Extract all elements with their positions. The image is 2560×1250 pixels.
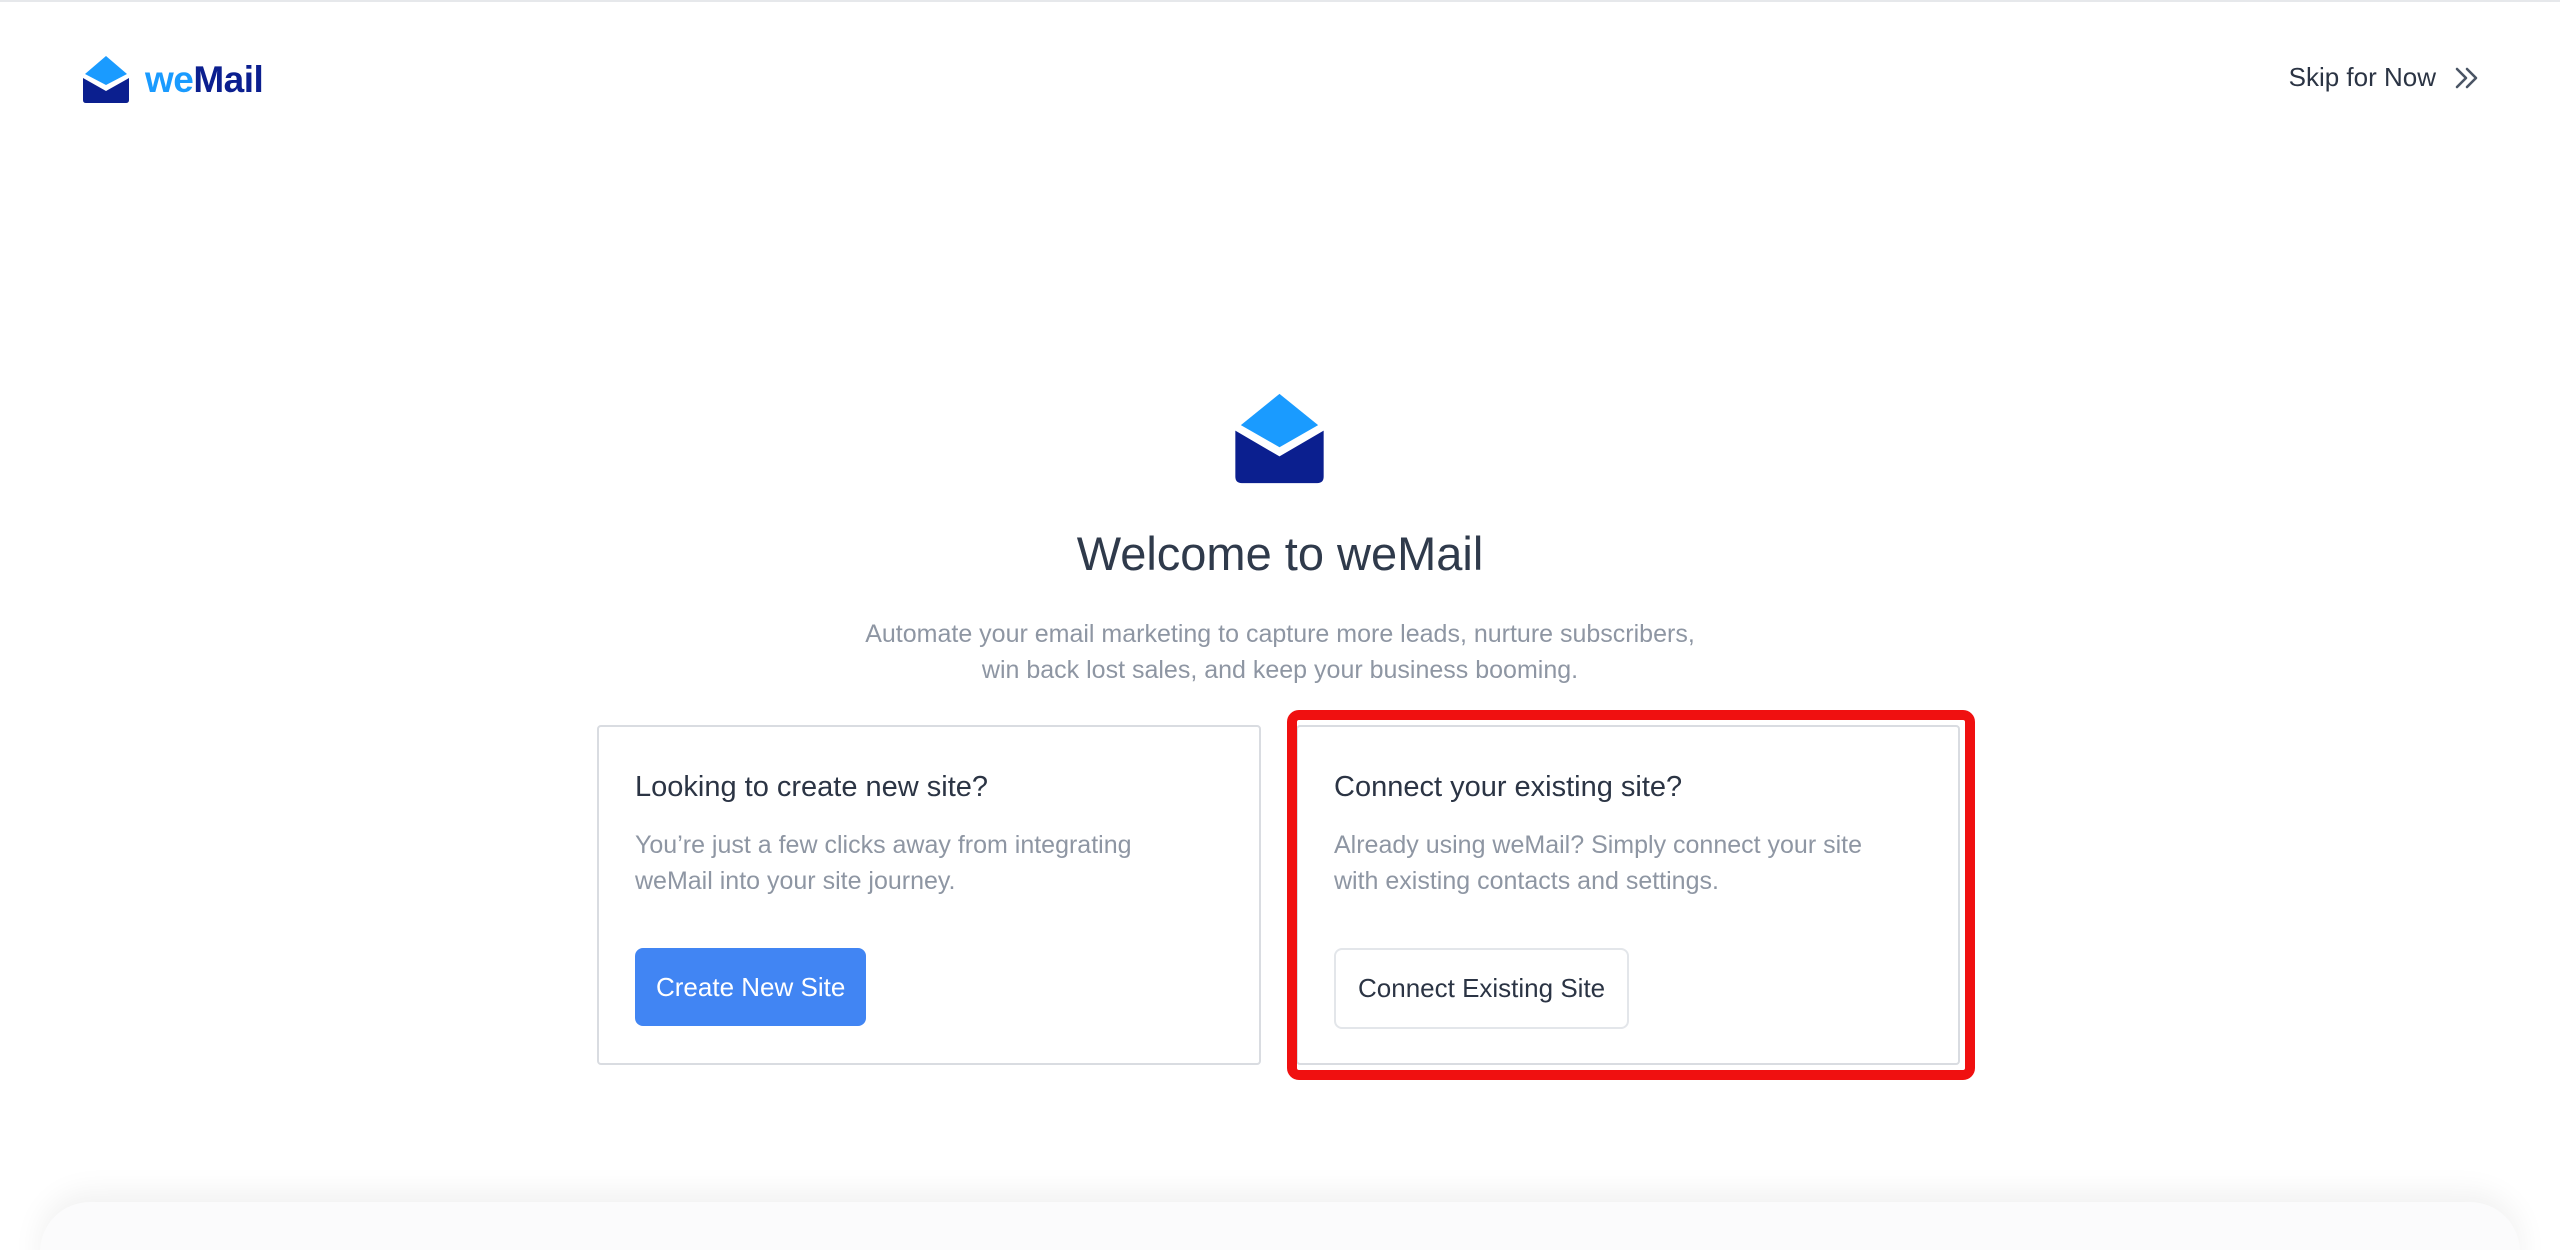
card-text-line-2: weMail into your site journey.: [635, 867, 956, 895]
logo-wordmark: weMail: [145, 58, 264, 100]
skip-label: Skip for Now: [2288, 62, 2436, 92]
onboarding-page: weMail Skip for Now Welcome to weMail Au…: [0, 0, 2560, 1250]
card-text-line-2: with existing contacts and settings.: [1334, 867, 1719, 895]
page-subtitle: Automate your email marketing to capture…: [780, 616, 1780, 688]
create-new-site-card: Looking to create new site? You’re just …: [597, 725, 1261, 1065]
page-title: Welcome to weMail: [1076, 527, 1484, 580]
card-text-line-1: You’re just a few clicks away from integ…: [635, 831, 1132, 859]
wemail-logo[interactable]: weMail: [81, 54, 264, 104]
envelope-open-icon: [1235, 393, 1324, 484]
bottom-panel-edge: [40, 1202, 2520, 1250]
connect-existing-site-button[interactable]: Connect Existing Site: [1334, 948, 1630, 1029]
envelope-logo-icon: [83, 56, 129, 103]
logo-text-we: we: [145, 58, 194, 100]
create-new-site-button[interactable]: Create New Site: [635, 948, 867, 1026]
skip-for-now-link[interactable]: Skip for Now: [2289, 62, 2480, 93]
subtitle-line-1: Automate your email marketing to capture…: [865, 620, 1695, 648]
card-text-line-1: Already using weMail? Simply connect you…: [1334, 831, 1863, 859]
subtitle-line-2: win back lost sales, and keep your busin…: [981, 656, 1579, 684]
logo-text-mail: Mail: [193, 58, 264, 100]
double-chevron-right-icon: [2455, 67, 2478, 88]
card-description: Already using weMail? Simply connect you…: [1334, 827, 1914, 899]
card-heading: Connect your existing site?: [1334, 771, 1683, 803]
card-description: You’re just a few clicks away from integ…: [635, 827, 1215, 899]
connect-existing-site-card: Connect your existing site? Already usin…: [1296, 725, 1960, 1065]
card-heading: Looking to create new site?: [635, 771, 989, 803]
